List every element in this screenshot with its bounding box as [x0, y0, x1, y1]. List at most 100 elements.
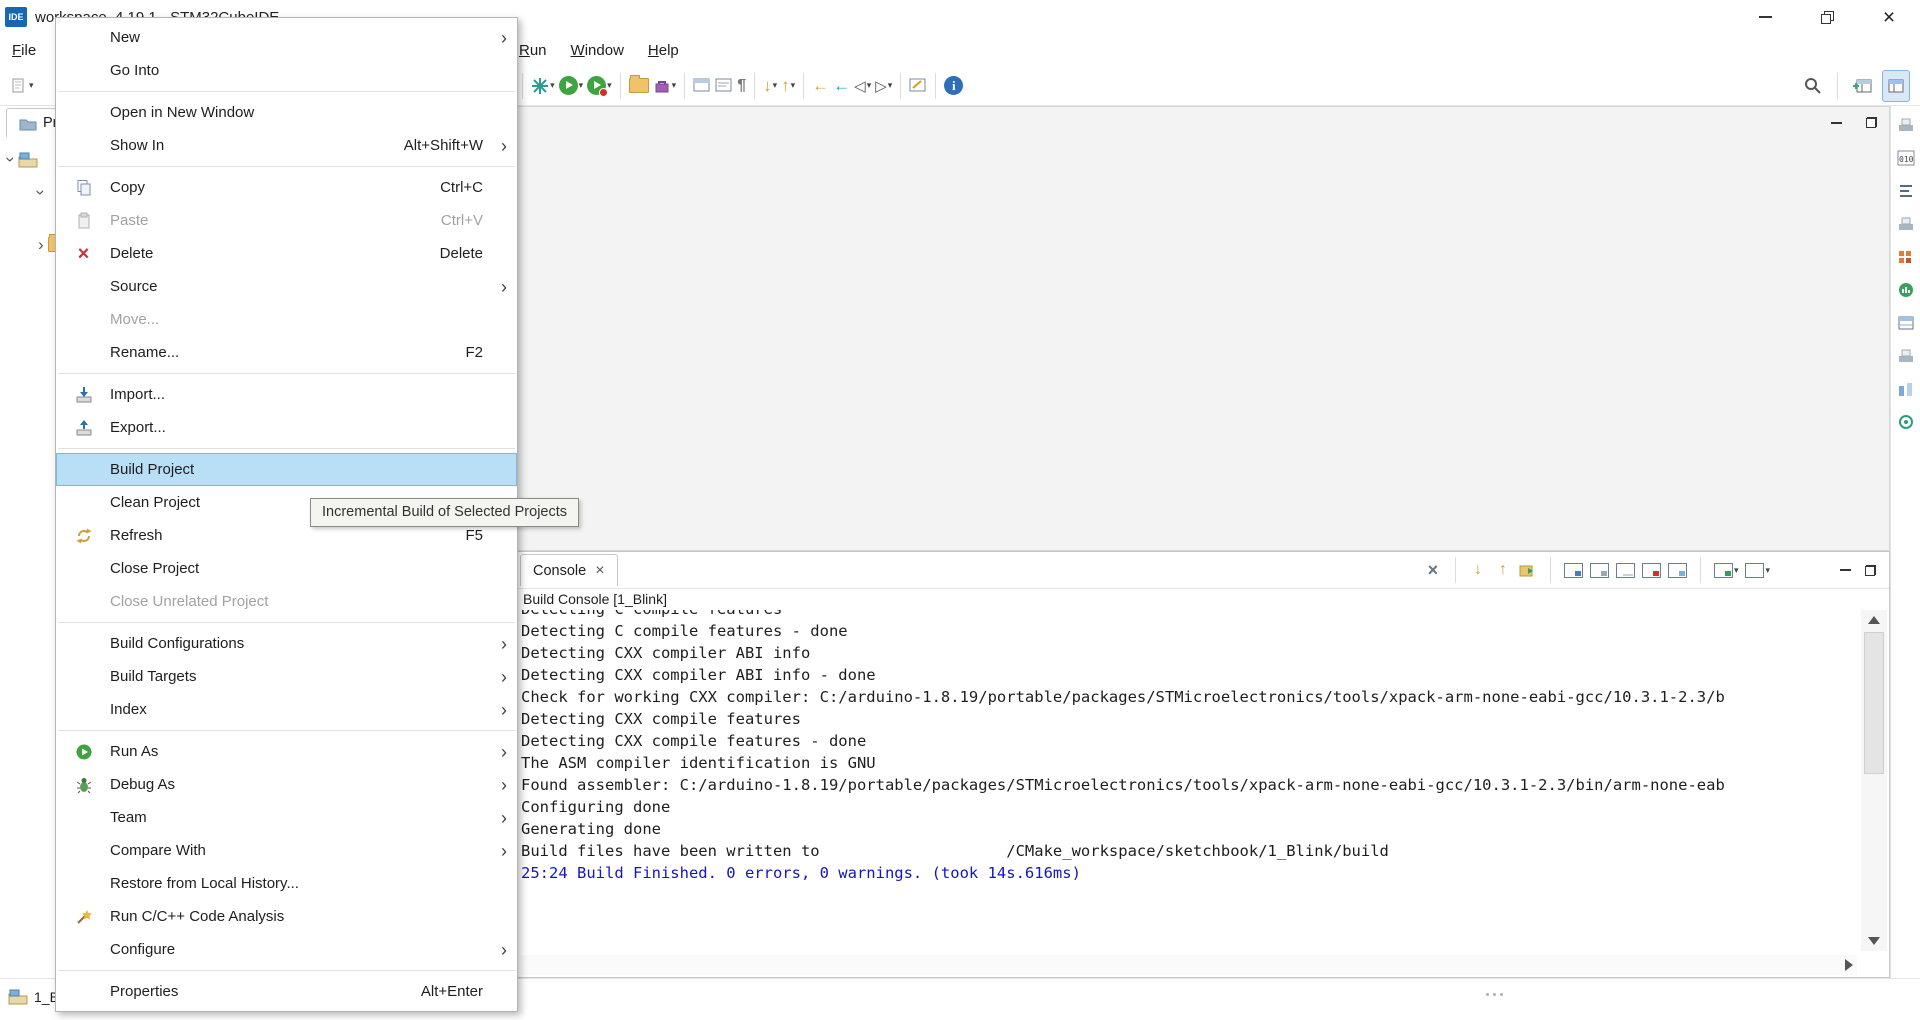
back-history-button[interactable]: ◁ ▾	[852, 71, 873, 101]
compare-view-icon[interactable]	[1895, 378, 1917, 400]
next-message-button[interactable]: ↓	[1469, 558, 1487, 582]
restore-window-button[interactable]	[1796, 0, 1858, 34]
memory-view-icon[interactable]: 010	[1895, 147, 1917, 169]
open-console-button[interactable]: ▾	[1745, 558, 1770, 582]
console-horizontal-scrollbar[interactable]	[521, 955, 1857, 975]
dropdown-caret-icon: ▾	[578, 80, 584, 90]
close-window-button[interactable]: ×	[1858, 0, 1920, 34]
editor-list-button[interactable]	[713, 71, 735, 101]
print-view-icon[interactable]	[1895, 213, 1917, 235]
profile-button[interactable]: ▾	[585, 71, 614, 101]
minimize-window-button[interactable]	[1734, 0, 1796, 34]
scrollbar-thumb[interactable]	[1864, 632, 1884, 774]
console-shortcut-icon[interactable]	[1895, 345, 1917, 367]
outline-view-icon[interactable]	[1895, 180, 1917, 202]
display-selected-console-button[interactable]: ▾	[1713, 558, 1738, 582]
menu-item-run-code-analysis[interactable]: Run C/C++ Code Analysis	[56, 900, 517, 933]
minimize-view-icon[interactable]	[1831, 121, 1842, 124]
current-perspective-button[interactable]	[1882, 69, 1910, 102]
menu-item-build-configurations[interactable]: Build Configurations ›	[56, 627, 517, 660]
menu-item-export[interactable]: Export...	[56, 411, 517, 444]
new-wizard-button[interactable]: ▾	[8, 71, 36, 101]
scroll-down-arrow-icon[interactable]	[1868, 937, 1880, 945]
toolbar-separator	[900, 72, 902, 99]
menu-shortcut: Ctrl+V	[440, 212, 483, 229]
back-nav-icon: ◁	[854, 77, 866, 95]
console-activity-button[interactable]	[1589, 558, 1609, 582]
stack-analyzer-icon[interactable]	[1895, 312, 1917, 334]
menu-item-open-in-new-window[interactable]: Open in New Window	[56, 96, 517, 129]
open-file-button[interactable]	[627, 71, 651, 101]
menu-file[interactable]: File	[12, 34, 36, 66]
menu-item-build-targets[interactable]: Build Targets ›	[56, 660, 517, 693]
green-accent	[1724, 570, 1731, 576]
menu-item-run-as[interactable]: Run As ›	[56, 735, 517, 768]
next-annotation-button[interactable]: ↓ ▾	[761, 71, 779, 101]
menu-item-show-in[interactable]: Show In Alt+Shift+W ›	[56, 129, 517, 162]
menu-item-close-project[interactable]: Close Project	[56, 552, 517, 585]
menu-item-delete[interactable]: × Delete Delete	[56, 237, 517, 270]
console-vertical-scrollbar[interactable]	[1861, 610, 1887, 951]
menu-window[interactable]: Window	[571, 42, 624, 59]
tree-row-project[interactable]: ›	[1, 151, 38, 168]
toolbar-separator	[684, 72, 686, 99]
link-editor-button[interactable]	[691, 71, 713, 101]
menu-item-debug-as[interactable]: Debug As ›	[56, 768, 517, 801]
scroll-up-arrow-icon[interactable]	[1868, 616, 1880, 624]
minimize-console-button[interactable]	[1836, 558, 1854, 582]
menu-item-configure[interactable]: Configure ›	[56, 933, 517, 966]
io-registers-icon[interactable]	[1895, 246, 1917, 268]
previous-annotation-button[interactable]: ↑ ▾	[779, 71, 797, 101]
forward-history-button[interactable]: ▷ ▾	[873, 71, 894, 101]
pin-console-button[interactable]	[1667, 558, 1687, 582]
menu-item-index[interactable]: Index ›	[56, 693, 517, 726]
run-button[interactable]: ▾	[557, 71, 586, 101]
main-area: Console × × ↓ ↑ ▾ ▾ Build Console [1_Bli…	[514, 106, 1890, 978]
previous-message-button[interactable]: ↑	[1494, 558, 1512, 582]
close-console-button[interactable]	[1641, 558, 1661, 582]
menu-item-restore-from-local-history[interactable]: Restore from Local History...	[56, 867, 517, 900]
maximize-console-button[interactable]	[1861, 558, 1879, 582]
sash-gripper[interactable]	[1486, 993, 1503, 996]
menu-item-go-into[interactable]: Go Into	[56, 54, 517, 87]
target-view-icon[interactable]	[1895, 411, 1917, 433]
information-button[interactable]: i	[942, 71, 965, 101]
search-button[interactable]	[1801, 71, 1825, 101]
external-tools-button[interactable]: ▾	[651, 71, 679, 101]
scroll-right-arrow-icon[interactable]	[1845, 959, 1853, 971]
menu-item-new[interactable]: New ›	[56, 21, 517, 54]
open-perspective-button[interactable]	[1850, 71, 1876, 101]
menu-help[interactable]: Help	[648, 42, 679, 59]
toolbar-separator	[1699, 557, 1701, 583]
menu-item-import[interactable]: Import...	[56, 378, 517, 411]
menu-item-build-project[interactable]: Build Project	[56, 453, 517, 486]
maximize-view-icon[interactable]	[1866, 117, 1877, 128]
console-output[interactable]: Detecting C compile features Detecting C…	[521, 610, 1857, 955]
show-console-output-button[interactable]	[1563, 558, 1583, 582]
show-whitespace-button[interactable]: ¶	[735, 71, 748, 101]
mark-occurrences-button[interactable]	[907, 71, 929, 101]
menu-item-compare-with[interactable]: Compare With ›	[56, 834, 517, 867]
build-analyzer-icon[interactable]	[1895, 279, 1917, 301]
selected-project-status[interactable]: 1_B	[8, 989, 59, 1005]
debug-config-button[interactable]: ▾	[529, 71, 557, 101]
menu-item-rename[interactable]: Rename... F2	[56, 336, 517, 369]
printer-icon[interactable]	[1895, 114, 1917, 136]
menu-item-paste[interactable]: Paste Ctrl+V	[56, 204, 517, 237]
menu-run[interactable]: Run	[519, 42, 547, 59]
remove-launch-button[interactable]: ×	[1424, 558, 1442, 582]
menu-item-copy[interactable]: Copy Ctrl+C	[56, 171, 517, 204]
console-tab[interactable]: Console ×	[520, 554, 618, 586]
word-wrap-button[interactable]	[1615, 558, 1635, 582]
menu-item-move[interactable]: Move...	[56, 303, 517, 336]
menu-item-team[interactable]: Team ›	[56, 801, 517, 834]
tree-row-nested[interactable]: ›	[31, 184, 50, 201]
scroll-lock-button[interactable]	[1519, 558, 1537, 582]
editor-area[interactable]	[514, 106, 1890, 551]
previous-edit-location-button[interactable]: ←	[831, 71, 852, 101]
menu-item-source[interactable]: Source ›	[56, 270, 517, 303]
menu-item-properties[interactable]: Properties Alt+Enter	[56, 975, 517, 1008]
menu-item-close-unrelated-project[interactable]: Close Unrelated Project	[56, 585, 517, 618]
last-edit-location-button[interactable]: ←	[810, 71, 831, 101]
close-tab-icon[interactable]: ×	[595, 562, 604, 579]
